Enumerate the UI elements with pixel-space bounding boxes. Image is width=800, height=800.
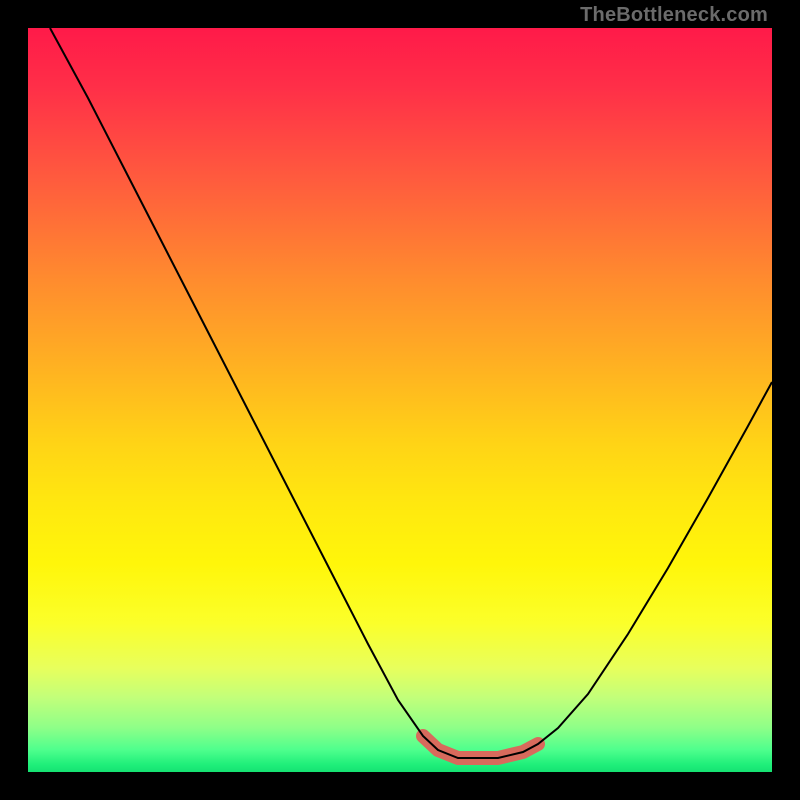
bottleneck-curve [50, 28, 772, 758]
plot-area [28, 28, 772, 772]
chart-frame: TheBottleneck.com [0, 0, 800, 800]
highlight-segment [423, 736, 538, 758]
curve-svg [28, 28, 772, 772]
watermark-text: TheBottleneck.com [580, 4, 768, 27]
